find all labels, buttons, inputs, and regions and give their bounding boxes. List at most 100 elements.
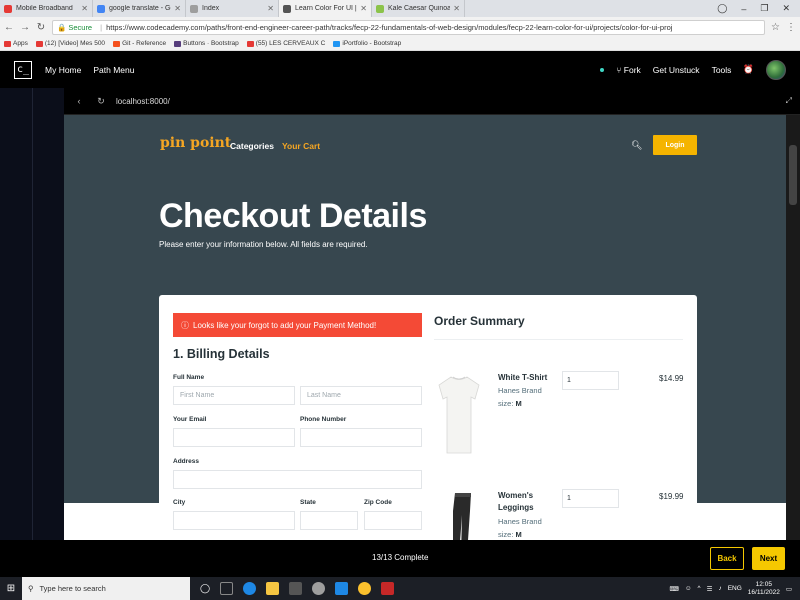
edge-icon[interactable] <box>243 582 257 595</box>
chevron-left-icon[interactable]: ‹ <box>72 96 86 106</box>
browser-tab[interactable]: Mobile Broadband ✕ <box>0 0 93 17</box>
language-indicator[interactable]: ENG <box>728 585 742 592</box>
quantity-input[interactable]: 1 <box>562 371 619 390</box>
forward-arrow-icon[interactable]: → <box>20 22 30 33</box>
bookmark-item[interactable]: Buttons · Bootstrap <box>174 40 239 47</box>
bookmark-star-icon[interactable]: ☆ <box>771 22 780 33</box>
checkout-page: pin point Categories Your Cart 🔍︎ Login … <box>64 115 786 540</box>
reload-icon[interactable]: ↻ <box>36 22 46 33</box>
fork-label: Fork <box>623 64 641 75</box>
tab-label: google translate - Goog <box>109 5 171 12</box>
bookmark-item[interactable]: Git - Reference <box>113 40 166 47</box>
white-tshirt-image <box>438 376 480 454</box>
clock[interactable]: 12:05 16/11/2022 <box>748 581 780 597</box>
url-separator: | <box>100 22 103 32</box>
nav-categories[interactable]: Categories <box>230 141 274 151</box>
file-explorer-icon[interactable] <box>266 582 280 595</box>
tab-favicon-icon <box>283 4 291 13</box>
fork-button[interactable]: ⑂ Fork <box>616 65 640 75</box>
bookmark-item[interactable]: (12) [Video] Mes 500 <box>35 40 105 47</box>
email-input[interactable] <box>173 428 295 447</box>
order-summary-title: Order Summary <box>434 314 525 328</box>
back-arrow-icon[interactable]: ← <box>4 22 14 33</box>
get-unstuck-button[interactable]: Get Unstuck <box>653 65 700 75</box>
city-input[interactable] <box>173 511 295 530</box>
close-icon[interactable]: ✕ <box>360 4 367 13</box>
nav-my-home[interactable]: My Home <box>45 65 81 75</box>
quantity-input[interactable]: 1 <box>562 489 619 508</box>
tab-label: Kale Caesar Quinoa Sala <box>388 5 451 12</box>
nav-path-menu[interactable]: Path Menu <box>93 65 134 75</box>
zip-label: Zip Code <box>364 499 392 506</box>
tab-favicon-icon <box>4 4 12 13</box>
preview-url[interactable]: localhost:8000/ <box>116 97 170 106</box>
browser-tab[interactable]: google translate - Goog ✕ <box>93 0 186 17</box>
chrome-icon[interactable] <box>358 582 372 595</box>
address-input[interactable] <box>173 470 422 489</box>
brand-logo[interactable]: pin point <box>160 135 231 151</box>
state-input[interactable] <box>300 511 358 530</box>
codecademy-logo[interactable]: c_ <box>14 60 32 79</box>
system-tray: ⌨ ☺ ^ ☰ ♪ ENG 12:05 16/11/2022 ▭ <box>670 581 800 597</box>
account-icon[interactable]: ◯ <box>717 3 727 14</box>
panel-divider <box>32 88 33 540</box>
youtube-icon <box>35 40 43 47</box>
email-label: Your Email <box>173 416 207 423</box>
secure-label: Secure <box>68 22 93 32</box>
store-icon[interactable] <box>289 582 303 595</box>
login-button[interactable]: Login <box>653 135 697 155</box>
taskbar-search-input[interactable]: ⚲ Type here to search <box>22 577 190 600</box>
state-label: State <box>300 499 316 506</box>
phone-input[interactable] <box>300 428 422 447</box>
refresh-icon[interactable]: ↻ <box>94 96 108 107</box>
maximize-icon[interactable]: ❐ <box>760 3 768 14</box>
zip-input[interactable] <box>364 511 422 530</box>
minimize-icon[interactable]: – <box>741 4 746 14</box>
keyboard-icon[interactable]: ⌨ <box>670 585 679 593</box>
address-bar: ← → ↻ 🔒 Secure | https://www.codecademy.… <box>0 17 800 37</box>
back-button[interactable]: Back <box>710 547 744 570</box>
alarm-clock-icon[interactable]: ⏰ <box>743 64 754 75</box>
taskbar-apps: ◯ <box>200 582 395 595</box>
bookmark-item[interactable]: (55) LES CERVEAUX C <box>246 40 325 47</box>
browser-tab[interactable]: Kale Caesar Quinoa Sala ✕ <box>372 0 465 17</box>
avatar[interactable] <box>766 59 786 80</box>
bookmark-item[interactable]: iPortfolio - Bootstrap <box>333 40 401 47</box>
app-icon[interactable] <box>312 582 326 595</box>
product-brand: Hanes Brand <box>498 386 542 395</box>
close-window-icon[interactable]: ✕ <box>782 3 790 14</box>
next-button[interactable]: Next <box>752 547 785 570</box>
task-view-icon[interactable]: ◯ <box>200 583 210 594</box>
close-icon[interactable]: ✕ <box>81 4 88 13</box>
size-value: M <box>515 530 522 539</box>
tools-button[interactable]: Tools <box>712 65 732 75</box>
flag-app-icon[interactable] <box>381 582 395 595</box>
menu-kebab-icon[interactable]: ⋮ <box>786 22 796 33</box>
summary-divider <box>434 339 683 340</box>
search-icon[interactable]: 🔍︎ <box>631 140 642 151</box>
person-icon[interactable]: ☺ <box>685 585 692 592</box>
network-icon[interactable]: ☰ <box>707 585 713 593</box>
last-name-input[interactable]: Last Name <box>300 386 422 405</box>
first-name-input[interactable]: First Name <box>173 386 295 405</box>
url-input[interactable]: 🔒 Secure | https://www.codecademy.com/pa… <box>52 19 766 35</box>
close-icon[interactable]: ✕ <box>453 4 460 13</box>
preview-scrollbar[interactable] <box>786 115 800 540</box>
bookmark-item[interactable]: Apps <box>4 40 28 47</box>
expand-icon[interactable]: ⤢ <box>786 96 792 106</box>
notifications-icon[interactable]: ▭ <box>786 585 792 593</box>
windows-start-icon[interactable]: ⊞ <box>0 577 22 600</box>
scrollbar-thumb[interactable] <box>789 145 797 205</box>
close-icon[interactable]: ✕ <box>174 4 181 13</box>
nav-your-cart[interactable]: Your Cart <box>282 141 320 151</box>
chevron-up-icon[interactable]: ^ <box>698 585 701 592</box>
codecademy-header: c_ My Home Path Menu ⑂ Fork Get Unstuck … <box>0 51 800 88</box>
browser-tab-active[interactable]: Learn Color For UI | Cod ✕ <box>279 0 372 17</box>
page-title: Checkout Details <box>159 197 427 235</box>
vscode-icon[interactable] <box>335 582 349 595</box>
bookmark-label: Buttons · Bootstrap <box>183 40 239 47</box>
volume-icon[interactable]: ♪ <box>718 585 721 592</box>
browser-tab[interactable]: Index ✕ <box>186 0 279 17</box>
task-grid-icon[interactable] <box>220 582 234 595</box>
close-icon[interactable]: ✕ <box>267 4 274 13</box>
